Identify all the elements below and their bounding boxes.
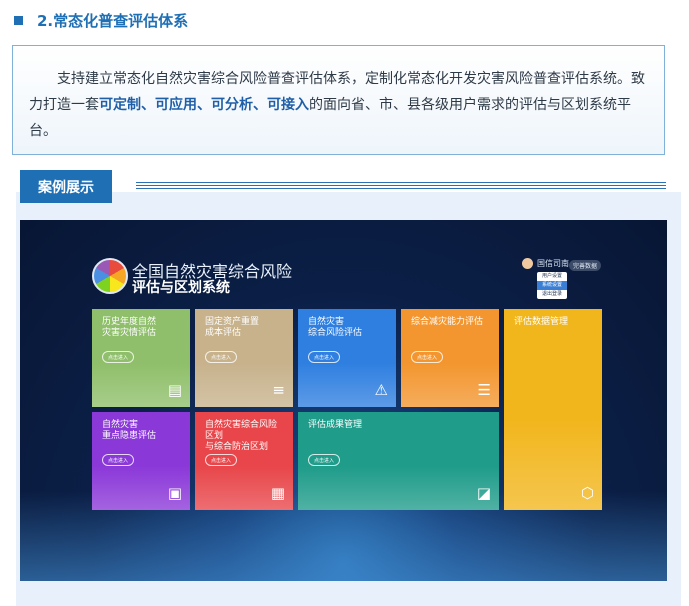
intro-paragraph: 支持建立常态化自然灾害综合风险普查评估体系，定制化常态化开发灾害风险普查评估系统… — [29, 66, 646, 144]
intro-box: 支持建立常态化自然灾害综合风险普查评估体系，定制化常态化开发灾害风险普查评估系统… — [12, 45, 665, 155]
tile-history[interactable]: 历史年度自然 灾害灾情评估 点击进入 ▤ — [92, 309, 190, 407]
user-dropdown: 用户设置 系统设置 退出登录 — [537, 272, 567, 299]
coins-icon: ≡ — [272, 381, 285, 399]
tile-hazard-title: 自然灾害 综合风险评估 — [308, 317, 363, 338]
tile-hazard[interactable]: 自然灾害 综合风险评估 点击进入 ⚠ — [298, 309, 396, 407]
section-title: 2.常态化普查评估体系 — [37, 11, 189, 30]
tile-hidden-title: 自然灾害 重点隐患评估 — [102, 420, 157, 441]
tile-hidden-button[interactable]: 点击进入 — [102, 454, 134, 466]
section-header: 2.常态化普查评估体系 — [14, 8, 188, 32]
dropdown-item[interactable]: 用户设置 — [537, 272, 567, 281]
tile-assets[interactable]: 固定资产重置 成本评估 点击进入 ≡ — [195, 309, 293, 407]
chart-icon: ▤ — [167, 381, 182, 399]
tile-history-button[interactable]: 点击进入 — [102, 351, 134, 363]
tile-results-title: 评估成果管理 — [308, 420, 363, 430]
intro-highlight: 可定制、可应用、可分析、可接入 — [99, 97, 309, 113]
logout-button[interactable]: 完善数据 — [569, 260, 601, 271]
tile-evaldata[interactable]: 评估数据管理 ⬡ — [504, 309, 602, 510]
tile-capacity-button[interactable]: 点击进入 — [411, 351, 443, 363]
box-icon: ▦ — [270, 484, 285, 502]
tile-assets-title: 固定资产重置 成本评估 — [205, 317, 260, 338]
tile-hazard-button[interactable]: 点击进入 — [308, 351, 340, 363]
tile-capacity[interactable]: 综合减灾能力评估 点击进入 ☰ — [401, 309, 499, 407]
case-tab: 案例展示 — [20, 170, 112, 203]
tile-capacity-title: 综合减灾能力评估 — [411, 317, 484, 327]
tile-assets-button[interactable]: 点击进入 — [205, 351, 237, 363]
warning-icon: ⚠ — [374, 381, 388, 399]
tile-zoning-title: 自然灾害综合风险区划 与综合防治区划 — [205, 420, 278, 452]
tile-zoning-button[interactable]: 点击进入 — [205, 454, 237, 466]
dropdown-item[interactable]: 退出登录 — [537, 290, 567, 299]
app-logo-icon — [92, 258, 128, 294]
monitor-icon: ▣ — [167, 484, 182, 502]
tile-results-button[interactable]: 点击进入 — [308, 454, 340, 466]
tile-hidden[interactable]: 自然灾害 重点隐患评估 点击进入 ▣ — [92, 412, 190, 510]
avatar-icon — [522, 258, 533, 269]
app-title-line2: 评估与区划系统 — [132, 280, 230, 296]
tile-history-title: 历史年度自然 灾害灾情评估 — [102, 317, 157, 338]
tile-results[interactable]: 评估成果管理 点击进入 ◪ — [298, 412, 499, 510]
analytics-icon: ◪ — [476, 484, 491, 502]
app-screenshot: 全国自然灾害综合风险 评估与区划系统 国信司南 ▾ 完善数据 用户设置 系统设置… — [20, 220, 667, 581]
slider-icon: ☰ — [477, 381, 491, 399]
case-divider — [136, 182, 666, 192]
tile-evaldata-title: 评估数据管理 — [514, 317, 569, 327]
dropdown-item[interactable]: 系统设置 — [537, 281, 567, 290]
user-menu[interactable]: 国信司南 ▾ — [522, 258, 576, 269]
network-icon: ⬡ — [580, 484, 594, 502]
section-bullet — [14, 15, 23, 25]
tile-zoning[interactable]: 自然灾害综合风险区划 与综合防治区划 点击进入 ▦ — [195, 412, 293, 510]
